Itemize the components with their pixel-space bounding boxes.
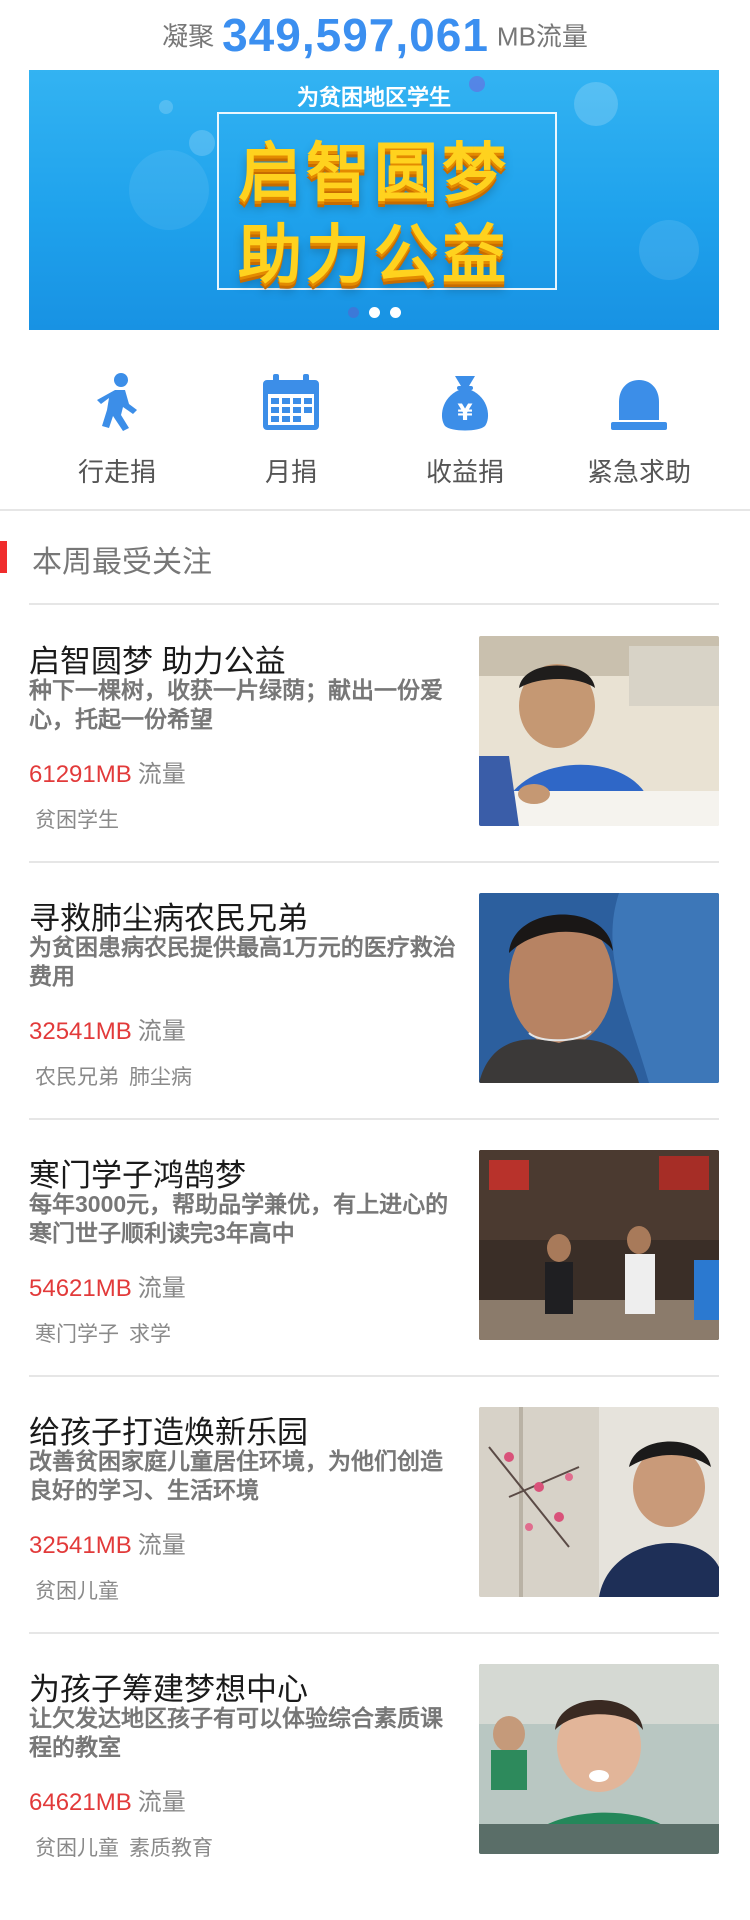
campaign-flow: 64621MB 流量 [29, 1782, 186, 1817]
walking-person-icon [97, 373, 137, 431]
campaign-card[interactable]: 启智圆梦 助力公益 种下一棵树，收获一片绿荫；献出一份爱心，托起一份希望 612… [29, 636, 719, 892]
campaign-flow-unit: 流量 [137, 1789, 186, 1816]
divider [29, 1632, 719, 1634]
campaign-title: 给孩子打造焕新乐园 [29, 1415, 308, 1450]
campaign-title: 启智圆梦 助力公益 [29, 644, 286, 679]
promo-banner[interactable]: 为贫困地区学生 启智圆梦 助力公益 [29, 70, 719, 330]
action-earnings-donate[interactable]: ¥ 收益捐 [378, 370, 552, 489]
flow-total-prefix: 凝聚 [162, 21, 215, 52]
alarm-bell-icon [611, 380, 667, 430]
campaign-tags: 贫困儿童 [35, 1575, 129, 1605]
banner-dot[interactable] [347, 307, 359, 318]
campaign-flow: 54621MB 流量 [29, 1268, 186, 1303]
header: 凝聚 349,597,061 MB流量 [0, 0, 750, 70]
campaign-flow-value: 61291MB [29, 761, 132, 788]
svg-text:¥: ¥ [457, 401, 473, 426]
campaign-photo[interactable] [479, 1664, 719, 1854]
campaign-tag: 农民兄弟 [35, 1066, 119, 1089]
campaign-flow-value: 32541MB [29, 1018, 132, 1045]
campaign-flow-value: 32541MB [29, 1532, 132, 1559]
campaign-description: 种下一棵树，收获一片绿荫；献出一份爱心，托起一份希望 [29, 677, 443, 732]
campaign-card[interactable]: 为孩子筹建梦想中心 让欠发达地区孩子有可以体验综合素质课程的教室 64621MB… [29, 1664, 719, 1920]
campaign-tag: 肺尘病 [129, 1066, 192, 1089]
campaign-flow-value: 54621MB [29, 1275, 132, 1302]
campaign-card[interactable]: 给孩子打造焕新乐园 改善贫困家庭儿童居住环境，为他们创造良好的学习、生活环境 3… [29, 1407, 719, 1663]
divider [0, 509, 750, 511]
campaign-photo[interactable] [479, 1150, 719, 1340]
campaign-flow-unit: 流量 [137, 1275, 186, 1302]
campaign-tags: 农民兄弟 肺尘病 [35, 1061, 202, 1091]
banner-pagination[interactable] [29, 307, 719, 318]
divider [29, 603, 719, 605]
campaign-title: 寒门学子鸿鹄梦 [29, 1158, 246, 1193]
campaign-title: 寻救肺尘病农民兄弟 [29, 901, 308, 936]
banner-dot[interactable] [368, 307, 380, 318]
campaign-tags: 贫困学生 [35, 804, 129, 834]
divider [29, 861, 719, 863]
campaign-flow-value: 64621MB [29, 1789, 132, 1816]
section-marker [0, 541, 7, 573]
campaign-flow: 61291MB 流量 [29, 754, 186, 789]
campaign-tags: 贫困儿童 素质教育 [35, 1832, 223, 1862]
action-monthly-donate[interactable]: 月捐 [204, 370, 378, 489]
quick-actions: 行走捐 月捐 ¥ 收益捐 紧急求助 [0, 370, 750, 487]
campaign-description: 让欠发达地区孩子有可以体验综合素质课程的教室 [29, 1705, 443, 1760]
campaign-photo[interactable] [479, 1407, 719, 1597]
campaign-tag: 贫困儿童 [35, 1837, 119, 1860]
campaign-tags: 寒门学子 求学 [35, 1318, 181, 1348]
flow-total-suffix: MB流量 [496, 21, 588, 52]
campaign-description: 改善贫困家庭儿童居住环境，为他们创造良好的学习、生活环境 [29, 1448, 443, 1503]
campaign-card[interactable]: 寒门学子鸿鹄梦 每年3000元，帮助品学兼优，有上进心的寒门世子顺利读完3年高中… [29, 1150, 719, 1406]
campaign-title: 为孩子筹建梦想中心 [29, 1672, 308, 1707]
campaign-tag: 寒门学子 [35, 1323, 119, 1346]
banner-headline-1: 启智圆梦 [238, 137, 510, 209]
action-label: 月捐 [264, 457, 317, 487]
divider [29, 1118, 719, 1120]
section-title: 本周最受关注 [32, 546, 212, 579]
action-emergency-help[interactable]: 紧急求助 [552, 370, 726, 489]
campaign-tag: 贫困儿童 [35, 1580, 119, 1603]
campaign-flow: 32541MB 流量 [29, 1011, 186, 1046]
campaign-flow-unit: 流量 [137, 1018, 186, 1045]
banner-dot[interactable] [389, 307, 401, 318]
campaign-flow-unit: 流量 [137, 761, 186, 788]
action-label: 紧急求助 [586, 457, 691, 487]
campaign-tag: 贫困学生 [35, 809, 119, 832]
campaign-description: 为贫困患病农民提供最高1万元的医疗救治费用 [29, 934, 456, 989]
campaign-flow: 32541MB 流量 [29, 1525, 186, 1560]
campaign-photo[interactable] [479, 636, 719, 826]
campaign-photo[interactable] [479, 893, 719, 1083]
flow-total-number: 349,597,061 [222, 9, 489, 61]
action-label: 收益捐 [425, 457, 504, 487]
action-walk-donate[interactable]: 行走捐 [30, 370, 204, 489]
campaign-flow-unit: 流量 [137, 1532, 186, 1559]
campaign-card[interactable]: 寻救肺尘病农民兄弟 为贫困患病农民提供最高1万元的医疗救治费用 32541MB 流… [29, 893, 719, 1149]
campaign-tag: 素质教育 [129, 1837, 213, 1860]
banner-top-text: 为贫困地区学生 [296, 85, 451, 110]
calendar-icon [263, 374, 319, 430]
flow-total: 凝聚 349,597,061 MB流量 [0, 8, 750, 62]
campaign-description: 每年3000元，帮助品学兼优，有上进心的寒门世子顺利读完3年高中 [29, 1191, 449, 1246]
action-label: 行走捐 [77, 457, 156, 487]
money-bag-icon: ¥ [441, 376, 489, 431]
banner-headline-2: 助力公益 [238, 219, 510, 291]
divider [29, 1375, 719, 1377]
campaign-tag: 求学 [129, 1323, 171, 1346]
section-header: 本周最受关注 [0, 535, 750, 579]
